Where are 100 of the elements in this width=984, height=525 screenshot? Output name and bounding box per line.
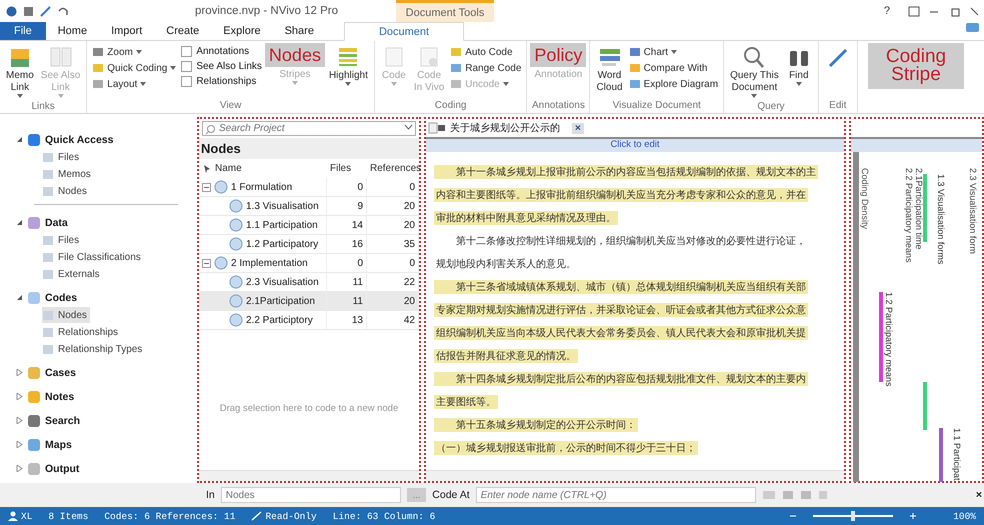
node-name-cell[interactable]: 2.2 Participtory [199, 311, 327, 330]
ribbon-display-icon [908, 6, 920, 16]
help-button[interactable]: ? [884, 5, 890, 17]
expanded-arrow-icon [16, 136, 23, 143]
coding-stripe[interactable] [923, 382, 927, 430]
group-label: Query [756, 101, 786, 113]
node-circle-icon [229, 294, 243, 308]
horizontal-scrollbar[interactable] [426, 470, 844, 481]
nav-section[interactable]: Maps [45, 438, 72, 450]
nav-section[interactable]: Notes [45, 390, 74, 402]
item-icon [42, 268, 54, 280]
nav-section[interactable]: Output [45, 462, 80, 474]
node-name-field[interactable]: Enter node name (CTRL+Q) [476, 487, 756, 503]
zoom-in-icon [909, 512, 918, 520]
table-cell: 22 [367, 273, 419, 292]
small-tool-icon [92, 62, 104, 74]
nav-section[interactable]: Cases [45, 366, 76, 378]
ribbon-button[interactable]: Find [782, 43, 815, 89]
ribbon-button[interactable]: Compare With [626, 61, 720, 75]
in-field[interactable]: Nodes [220, 487, 401, 503]
node-name-cell[interactable]: 2 Implementation [199, 254, 327, 273]
caret-icon [136, 50, 142, 54]
status-text: 8 Items [48, 510, 88, 522]
column-header[interactable]: References [370, 163, 422, 174]
nav-section[interactable]: Search [45, 414, 80, 426]
ribbon-button[interactable]: Layout [90, 77, 178, 91]
nav-section[interactable]: Quick Access [45, 134, 114, 146]
ribbon-button[interactable]: Memo Link [3, 43, 37, 101]
node-circle-icon [214, 256, 228, 270]
column-header[interactable]: Files [330, 163, 352, 174]
close-button[interactable]: × [976, 489, 982, 501]
table-cell: 0 [327, 178, 367, 197]
ribbon-button[interactable]: Query This Document [727, 43, 782, 101]
close-tab-button[interactable]: × [572, 122, 584, 134]
nav-item[interactable]: Externals [58, 268, 100, 280]
item-icon [42, 309, 54, 321]
ribbon-button[interactable]: Highlight [326, 43, 371, 89]
node-name-cell[interactable]: 1.2 Participatory [199, 235, 327, 254]
edit-bar[interactable]: Click to edit [426, 137, 844, 152]
ribbon-button[interactable]: Chart [626, 45, 720, 59]
expanded-arrow-icon [16, 219, 23, 226]
node-name-cell[interactable]: 1.3 Visualisation [199, 197, 327, 216]
coding-stripe[interactable] [879, 292, 883, 382]
caret-icon [16, 94, 23, 99]
node-name-cell[interactable]: 1.1 Participation [199, 216, 327, 235]
callout-label: Nodes [264, 43, 325, 67]
status-text: Read-Only [265, 510, 317, 522]
ribbon-button[interactable]: Word Cloud [593, 43, 626, 95]
document-tab[interactable]: 关于城乡规划公开公示的 [450, 121, 560, 135]
ribbon-tab[interactable]: Explore [211, 22, 273, 40]
checkbox[interactable] [181, 76, 192, 87]
table-cell: 16 [327, 235, 367, 254]
nav-item[interactable]: File Classifications [58, 252, 141, 262]
callout-label: Coding Stripe [868, 43, 964, 89]
document-text-line: 规划地段内利害关系人的意见。 [435, 258, 577, 270]
nav-section[interactable]: Codes [45, 292, 78, 304]
search-field[interactable]: Search Project [202, 121, 416, 136]
ribbon-tab[interactable]: Import [99, 22, 154, 40]
nav-item[interactable]: Relationship Types [58, 344, 142, 354]
coding-stripe[interactable] [923, 174, 927, 242]
checkbox-label: See Also Links [196, 61, 262, 72]
caret-icon [502, 82, 509, 86]
node-circle-icon [214, 180, 228, 194]
table-cell: 11 [327, 292, 367, 311]
status-user: XL [21, 510, 32, 522]
nav-item[interactable]: Relationships [58, 326, 118, 338]
ribbon-tab[interactable]: Create [154, 22, 212, 40]
user-icon [8, 511, 18, 521]
nav-section[interactable]: Data [45, 216, 68, 228]
ribbon-tab[interactable]: Share [272, 22, 326, 40]
ribbon-tab[interactable]: File [0, 22, 46, 40]
ribbon-tab[interactable]: Document [344, 22, 464, 41]
ribbon-button[interactable]: Quick Coding [90, 61, 178, 75]
ribbon-button[interactable]: Zoom [90, 45, 178, 59]
node-name-cell[interactable]: 1 Formulation [199, 178, 327, 197]
ribbon-button[interactable]: Auto Code [448, 45, 524, 59]
group-label: Annotations [531, 100, 586, 113]
tool-icon [800, 489, 812, 501]
tool-icon [782, 489, 794, 501]
nav-item[interactable]: Nodes [58, 186, 87, 196]
coding-stripe[interactable] [939, 428, 943, 482]
nav-item[interactable]: Files [58, 234, 80, 246]
ribbon-tab[interactable]: Home [46, 22, 100, 40]
panel-title: Nodes [199, 138, 419, 159]
node-circle-icon [229, 218, 243, 232]
coding-density-label: Coding Density [860, 168, 870, 230]
density-bar[interactable] [853, 152, 859, 482]
node-name-cell[interactable]: 2.1Participation [199, 292, 327, 311]
horizontal-scrollbar[interactable] [199, 470, 419, 481]
ribbon-button[interactable]: Explore Diagram [626, 77, 720, 91]
nav-item[interactable]: Files [58, 152, 80, 162]
column-header[interactable]: Name [215, 163, 242, 174]
checkbox[interactable] [181, 61, 192, 72]
node-name-cell[interactable]: 2.3 Visualisation [199, 273, 327, 292]
checkbox-label: Annotations [196, 46, 250, 57]
nav-item[interactable]: Memos [58, 168, 91, 180]
checkbox[interactable] [181, 46, 192, 57]
section-icon [27, 132, 41, 146]
section-icon [27, 462, 41, 476]
ribbon-button[interactable]: Range Code [448, 61, 524, 75]
